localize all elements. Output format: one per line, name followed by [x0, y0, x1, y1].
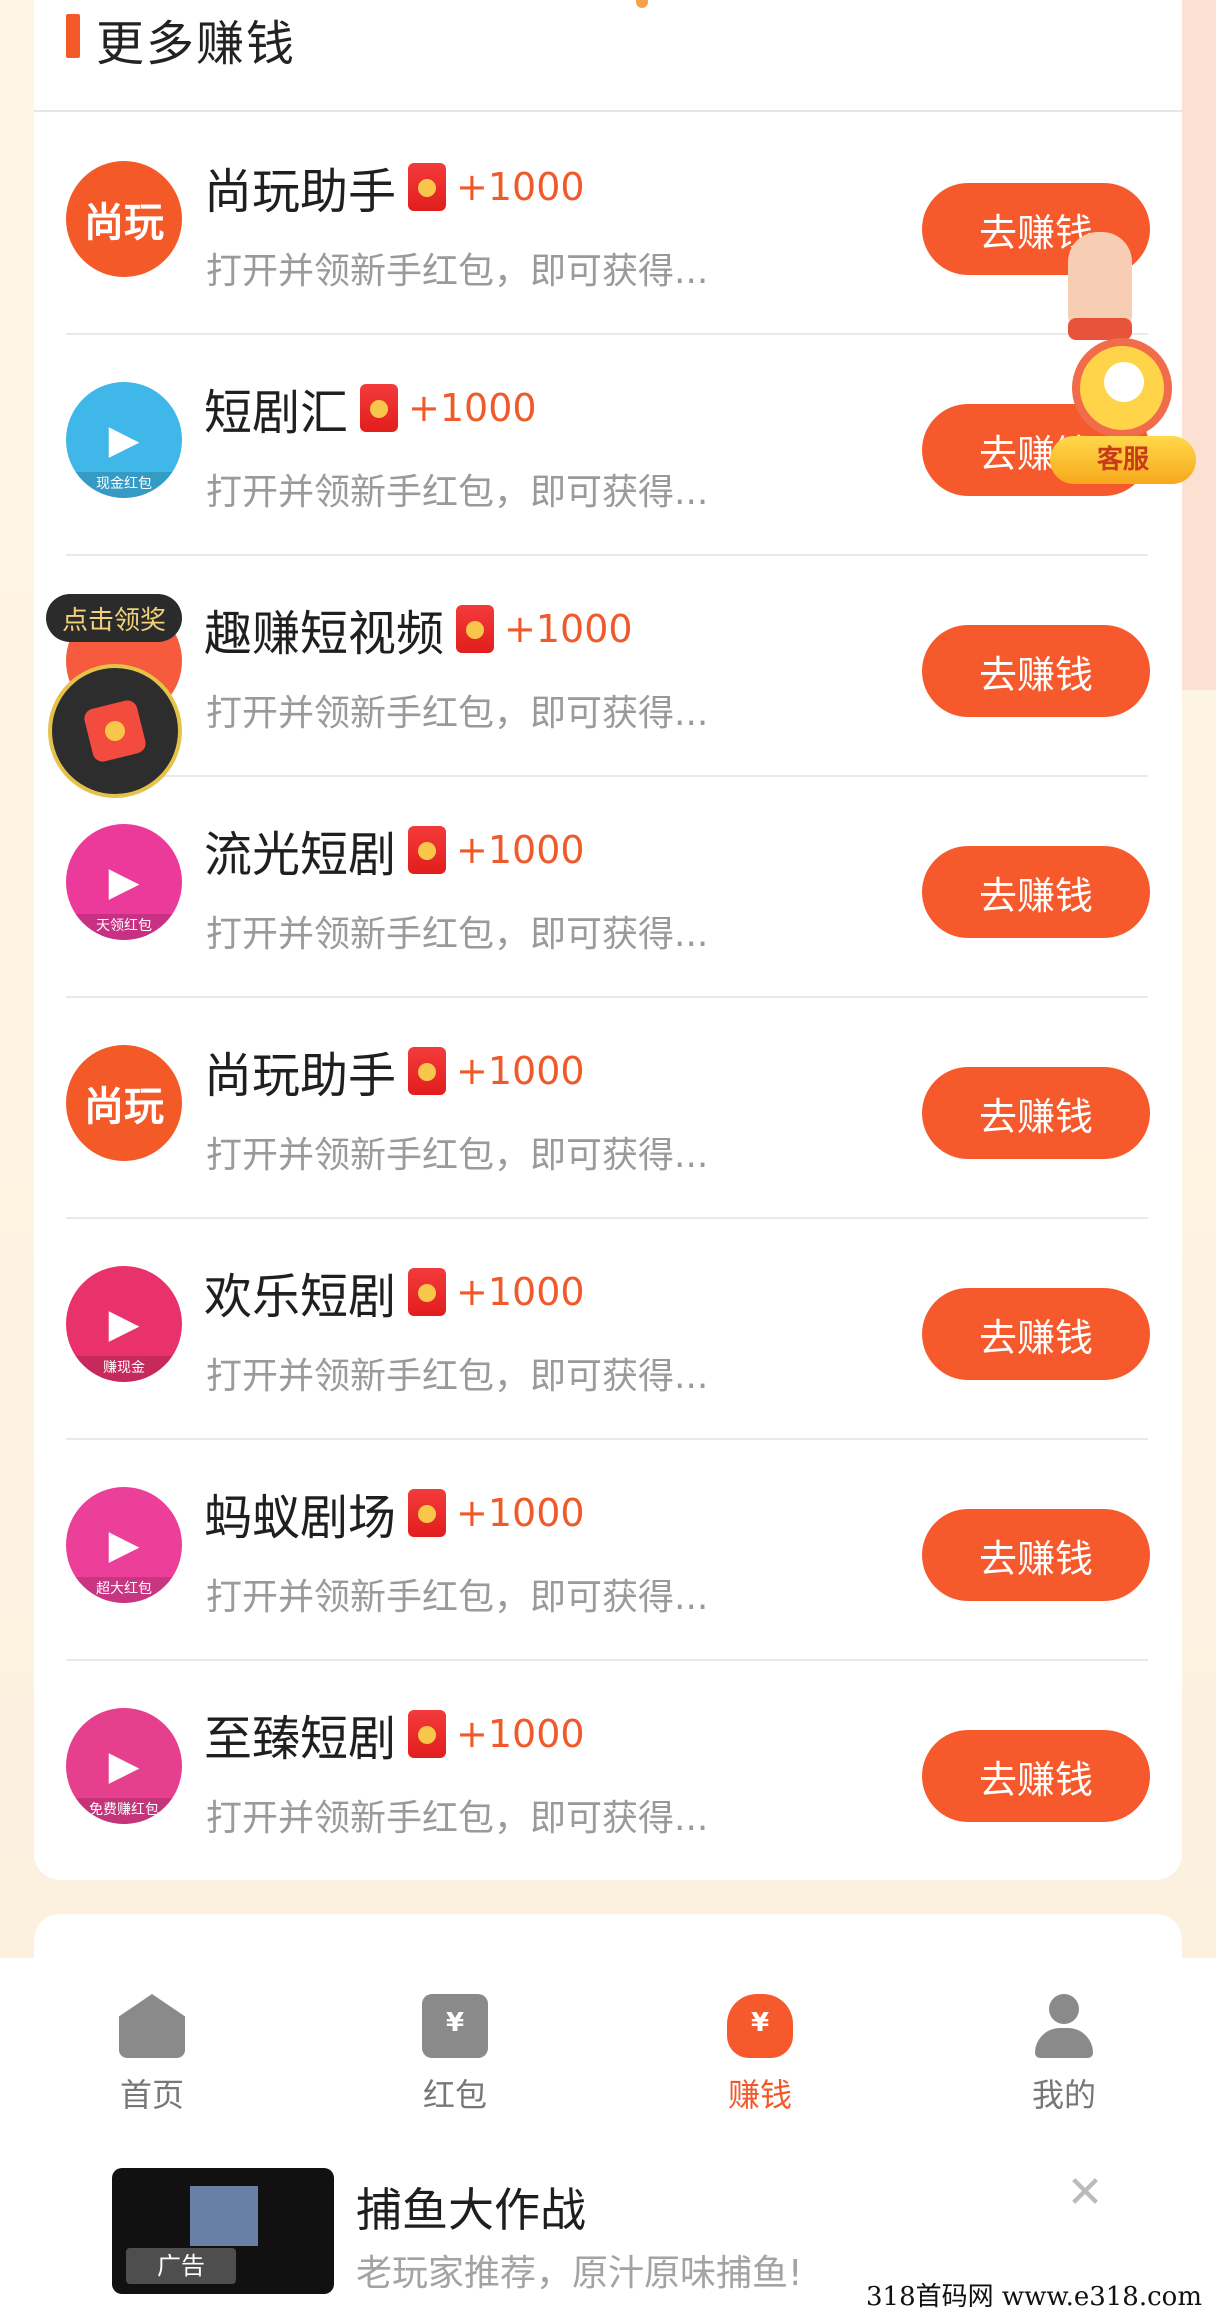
list-item[interactable]: 尚玩 尚玩助手 +1000 打开并领新手红包，即可获得... 去赚钱	[66, 114, 1150, 335]
list-item[interactable]: 趣赚短视频 +1000 打开并领新手红包，即可获得... 去赚钱	[66, 556, 1150, 777]
red-packet-icon	[408, 826, 447, 874]
app-description: 打开并领新手红包，即可获得...	[206, 251, 709, 292]
list-item[interactable]: ▶ 现金红包 短剧汇 +1000 打开并领新手红包，即可获得... 去赚钱	[66, 335, 1150, 556]
red-packet-icon	[408, 163, 447, 211]
red-packet-icon	[82, 698, 148, 764]
red-packet-icon	[408, 1489, 447, 1537]
app-name: 流光短剧 +1000	[204, 826, 585, 883]
ad-title[interactable]: 捕鱼大作战	[356, 2174, 586, 2240]
red-packet-icon	[408, 1710, 447, 1758]
list-item[interactable]: ▶ 赚现金 欢乐短剧 +1000 打开并领新手红包，即可获得... 去赚钱	[66, 1219, 1150, 1440]
reward-amount: +1000	[456, 828, 585, 872]
zhizhen-icon: ▶ 免费赚红包	[66, 1708, 182, 1824]
ad-thumbnail[interactable]: 广告	[112, 2168, 334, 2294]
tab-home[interactable]: 首页	[72, 1994, 232, 2124]
app-name: 蚂蚁剧场 +1000	[204, 1489, 585, 1546]
liuguang-icon: ▶ 天领红包	[66, 824, 182, 940]
section-title: 更多赚钱	[96, 16, 297, 72]
watermark: 318首码网 www.e318.com	[866, 2276, 1202, 2311]
tab-label: 赚钱	[727, 2076, 792, 2114]
app-name: 欢乐短剧 +1000	[204, 1268, 585, 1325]
app-name: 短剧汇 +1000	[204, 384, 537, 441]
earn-button[interactable]: 去赚钱	[922, 1067, 1150, 1159]
earn-button[interactable]: 去赚钱	[922, 1730, 1150, 1822]
reward-amount: +1000	[456, 1049, 585, 1093]
reward-amount: +1000	[456, 1491, 585, 1535]
reward-amount: +1000	[456, 1270, 585, 1314]
app-name: 至臻短剧 +1000	[204, 1710, 585, 1767]
app-description: 打开并领新手红包，即可获得...	[206, 1577, 709, 1618]
reward-amount: +1000	[408, 386, 537, 430]
service-label: 客服	[1050, 436, 1196, 484]
section-header: 更多赚钱	[34, 0, 1182, 112]
tab-label: 红包	[422, 2076, 487, 2114]
red-packet-icon	[360, 384, 399, 432]
red-packet-icon: ¥	[422, 1994, 488, 2058]
reward-tip[interactable]: 点击领奖	[46, 594, 182, 642]
user-icon	[1031, 1994, 1097, 2058]
red-packet-icon	[408, 1047, 447, 1095]
list-item[interactable]: ▶ 免费赚红包 至臻短剧 +1000 打开并领新手红包，即可获得... 去赚钱	[66, 1661, 1150, 1882]
ad-tag: 广告	[126, 2248, 236, 2284]
app-name: 尚玩助手 +1000	[204, 163, 585, 220]
game-screenshot	[190, 2186, 258, 2246]
app-description: 打开并领新手红包，即可获得...	[206, 914, 709, 955]
mayi-icon: ▶ 超大红包	[66, 1487, 182, 1603]
ad-subtitle: 老玩家推荐，原汁原味捕鱼!	[356, 2253, 803, 2294]
app-description: 打开并领新手红包，即可获得...	[206, 1356, 709, 1397]
reward-amount: +1000	[456, 165, 585, 209]
tab-label: 我的	[1031, 2076, 1096, 2114]
tab-label: 首页	[119, 2076, 184, 2114]
list-item[interactable]: 尚玩 尚玩助手 +1000 打开并领新手红包，即可获得... 去赚钱	[66, 998, 1150, 1219]
money-bag-icon: ¥	[727, 1994, 793, 2058]
earn-button[interactable]: 去赚钱	[922, 625, 1150, 717]
tab-red-packet[interactable]: ¥ 红包	[375, 1994, 535, 2124]
service-avatar-icon	[1104, 362, 1144, 402]
app-description: 打开并领新手红包，即可获得...	[206, 1135, 709, 1176]
shangwan-icon: 尚玩	[66, 1045, 182, 1161]
floating-reward-button[interactable]	[48, 664, 182, 798]
tab-me[interactable]: 我的	[984, 1994, 1144, 2124]
section-accent-bar	[66, 14, 80, 58]
duanjuhui-icon: ▶ 现金红包	[66, 382, 182, 498]
earn-button[interactable]: 去赚钱	[922, 846, 1150, 938]
earn-button[interactable]: 去赚钱	[922, 1288, 1150, 1380]
red-packet-icon	[408, 1268, 447, 1316]
bottom-tab-bar: 首页 ¥ 红包 ¥ 赚钱 我的	[0, 1958, 1216, 2146]
app-name: 趣赚短视频 +1000	[204, 605, 633, 662]
customer-service-button[interactable]: 客服	[1050, 320, 1196, 484]
reward-amount: +1000	[504, 607, 633, 651]
app-name: 尚玩助手 +1000	[204, 1047, 585, 1104]
list-item[interactable]: ▶ 超大红包 蚂蚁剧场 +1000 打开并领新手红包，即可获得... 去赚钱	[66, 1440, 1150, 1661]
earn-button[interactable]: 去赚钱	[922, 1509, 1150, 1601]
red-packet-icon	[456, 605, 495, 653]
close-icon[interactable]: ✕	[1064, 2171, 1106, 2215]
tab-earn[interactable]: ¥ 赚钱	[680, 1994, 840, 2124]
huanle-icon: ▶ 赚现金	[66, 1266, 182, 1382]
shangwan-icon: 尚玩	[66, 161, 182, 277]
reward-amount: +1000	[456, 1712, 585, 1756]
home-icon	[119, 1994, 185, 2058]
app-description: 打开并领新手红包，即可获得...	[206, 693, 709, 734]
list-item[interactable]: ▶ 天领红包 流光短剧 +1000 打开并领新手红包，即可获得... 去赚钱	[66, 777, 1150, 998]
app-description: 打开并领新手红包，即可获得...	[206, 1798, 709, 1839]
app-description: 打开并领新手红包，即可获得...	[206, 472, 709, 513]
